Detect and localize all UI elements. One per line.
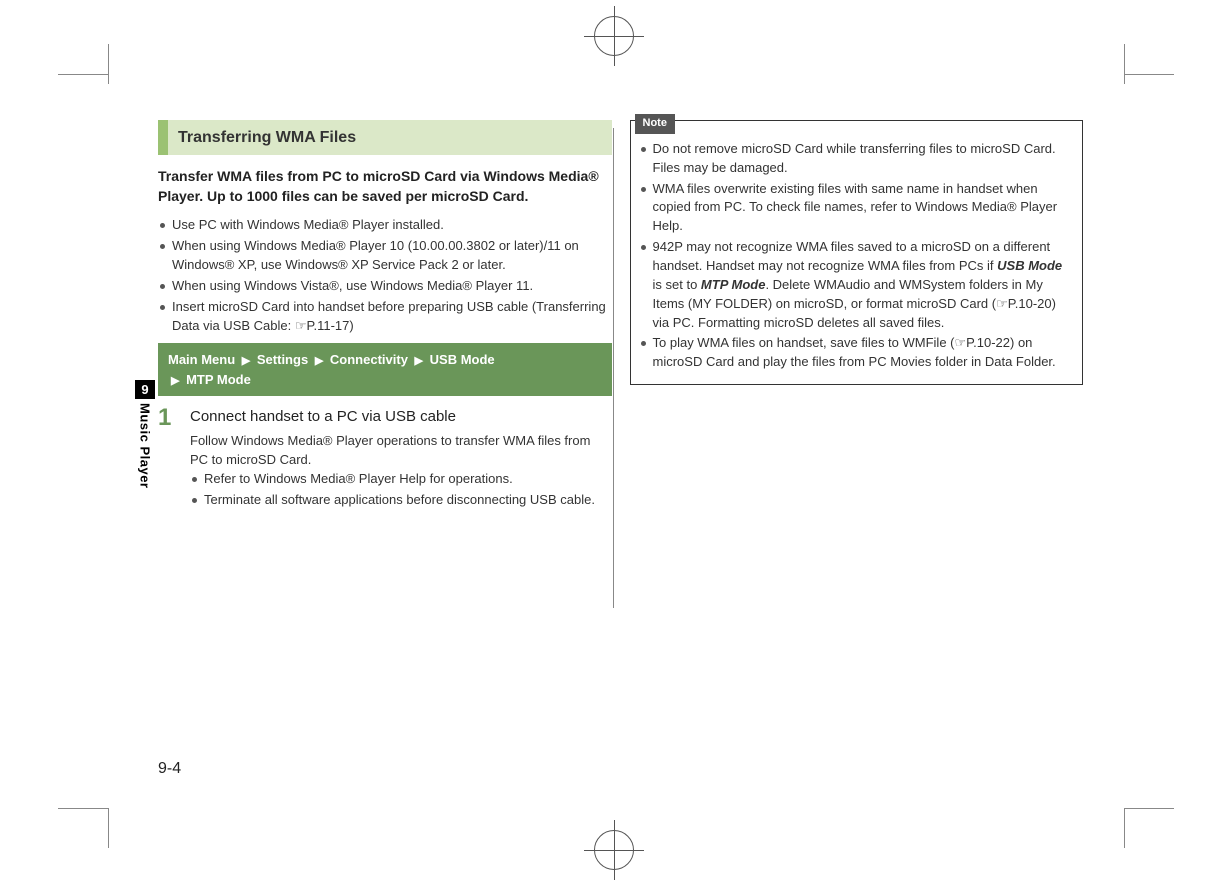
menu-path: Main Menu ▶ Settings ▶ Connectivity ▶ US… <box>158 343 612 396</box>
chevron-right-icon: ▶ <box>412 355 426 367</box>
chevron-right-icon: ▶ <box>239 355 253 367</box>
list-item: Use PC with Windows Media® Player instal… <box>158 216 612 235</box>
list-item: Do not remove microSD Card while transfe… <box>639 140 1075 178</box>
step-1: 1 Connect handset to a PC via USB cable … <box>158 406 612 511</box>
note-label: Note <box>635 114 675 134</box>
menu-segment: Connectivity <box>330 352 408 367</box>
step-number: 1 <box>158 406 178 511</box>
list-item: Insert microSD Card into handset before … <box>158 298 612 336</box>
reg-mark-bottom <box>594 830 634 870</box>
list-item: 942P may not recognize WMA files saved t… <box>639 238 1075 332</box>
step-desc: Follow Windows Media® Player operations … <box>190 432 612 470</box>
chevron-right-icon: ▶ <box>312 355 326 367</box>
chapter-number: 9 <box>135 380 155 399</box>
note-bullets: Do not remove microSD Card while transfe… <box>639 140 1075 372</box>
right-column: Note Do not remove microSD Card while tr… <box>630 120 1084 740</box>
menu-segment: USB Mode <box>430 352 495 367</box>
page-number: 9-4 <box>158 760 181 778</box>
crop-top-left <box>58 44 128 94</box>
intro-paragraph: Transfer WMA files from PC to microSD Ca… <box>158 167 612 206</box>
list-item: Refer to Windows Media® Player Help for … <box>190 470 612 489</box>
left-column: Transferring WMA Files Transfer WMA file… <box>158 120 612 740</box>
crop-bottom-right <box>1104 798 1174 848</box>
section-header: Transferring WMA Files <box>158 120 612 155</box>
crop-top-right <box>1104 44 1174 94</box>
column-divider <box>613 128 614 608</box>
crop-bottom-left <box>58 798 128 848</box>
note-box: Note Do not remove microSD Card while tr… <box>630 120 1084 385</box>
chevron-right-icon: ▶ <box>168 375 182 387</box>
intro-bullets: Use PC with Windows Media® Player instal… <box>158 216 612 335</box>
list-item: When using Windows Media® Player 10 (10.… <box>158 237 612 275</box>
list-item: To play WMA files on handset, save files… <box>639 334 1075 372</box>
chapter-label: Music Player <box>138 403 153 489</box>
step-sub-bullets: Refer to Windows Media® Player Help for … <box>190 470 612 510</box>
list-item: WMA files overwrite existing files with … <box>639 180 1075 237</box>
list-item: When using Windows Vista®, use Windows M… <box>158 277 612 296</box>
step-title: Connect handset to a PC via USB cable <box>190 406 612 428</box>
page-content: Transferring WMA Files Transfer WMA file… <box>158 120 1083 740</box>
reg-mark-top <box>594 16 634 56</box>
menu-segment: Main Menu <box>168 352 235 367</box>
side-tab: 9 Music Player <box>135 380 155 489</box>
list-item: Terminate all software applications befo… <box>190 491 612 510</box>
menu-segment: MTP Mode <box>186 372 251 387</box>
menu-segment: Settings <box>257 352 308 367</box>
step-body: Connect handset to a PC via USB cable Fo… <box>190 406 612 511</box>
